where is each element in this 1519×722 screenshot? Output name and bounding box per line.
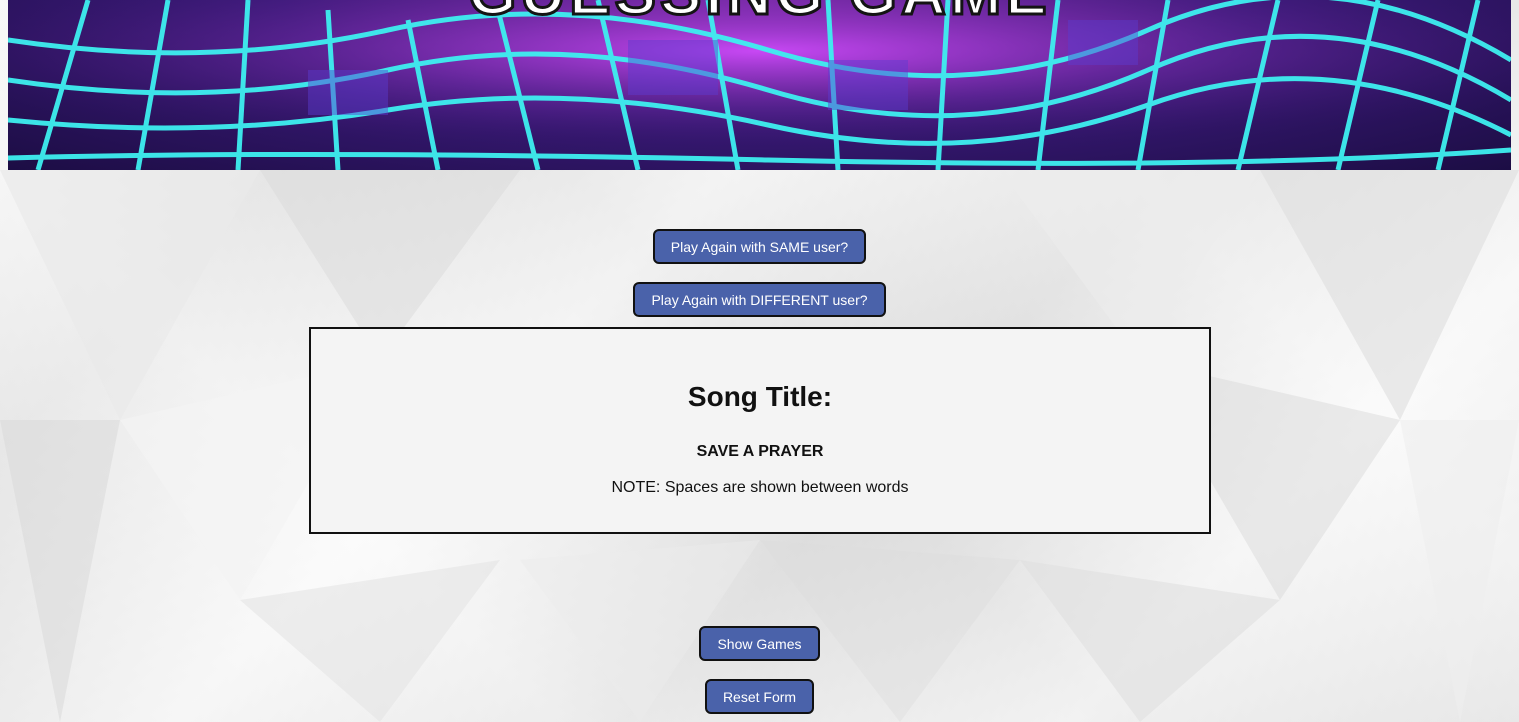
reset-form-button[interactable]: Reset Form [705,679,814,714]
song-title-panel: Song Title: SAVE A PRAYER NOTE: Spaces a… [309,327,1211,534]
play-again-different-user-button[interactable]: Play Again with DIFFERENT user? [633,282,886,317]
song-note: NOTE: Spaces are shown between words [611,479,909,496]
song-title-heading: Song Title: [687,381,833,412]
header-banner: GUESSING GAME [8,0,1511,170]
banner-title: GUESSING GAME [8,0,1511,30]
song-title-value: SAVE A PRAYER [696,443,824,460]
play-again-same-user-button[interactable]: Play Again with SAME user? [653,229,866,264]
show-games-button[interactable]: Show Games [699,626,820,661]
